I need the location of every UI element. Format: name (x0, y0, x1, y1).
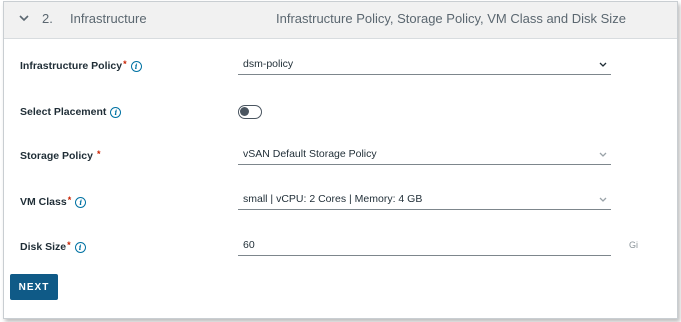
disk-size-unit: Gi (629, 240, 638, 250)
select-placement-label-text: Select Placement (20, 106, 107, 118)
disk-size-input[interactable]: 60 (238, 237, 611, 256)
infrastructure-policy-label: Infrastructure Policy * i (20, 59, 142, 72)
required-asterisk: * (67, 240, 71, 250)
chevron-down-icon[interactable] (18, 12, 30, 24)
select-placement-label: Select Placement i (20, 106, 122, 118)
step-description: Infrastructure Policy, Storage Policy, V… (276, 11, 626, 26)
storage-policy-label-text: Storage Policy (20, 150, 93, 162)
disk-size-value: 60 (243, 239, 255, 251)
required-asterisk: * (67, 195, 72, 205)
required-asterisk: * (123, 59, 127, 69)
required-asterisk: * (96, 149, 101, 159)
infrastructure-policy-label-text: Infrastructure Policy (20, 60, 123, 72)
step-header[interactable]: 2. Infrastructure Infrastructure Policy,… (4, 2, 677, 39)
chevron-down-icon (599, 62, 607, 67)
step-number: 2. (42, 11, 53, 26)
step-title: Infrastructure (70, 11, 147, 26)
select-placement-toggle[interactable] (238, 105, 262, 119)
info-icon[interactable]: i (110, 106, 122, 118)
info-icon[interactable]: i (75, 196, 87, 208)
toggle-knob (240, 107, 249, 116)
storage-policy-label: Storage Policy * (20, 149, 101, 162)
infrastructure-policy-value: dsm-policy (243, 58, 294, 70)
storage-policy-select[interactable]: vSAN Default Storage Policy (238, 146, 611, 165)
next-button[interactable]: NEXT (10, 274, 58, 300)
disk-size-label-text: Disk Size (20, 241, 67, 253)
vm-class-value: small | vCPU: 2 Cores | Memory: 4 GB (243, 193, 423, 205)
vm-class-label-text: VM Class (20, 196, 67, 208)
storage-policy-value: vSAN Default Storage Policy (243, 148, 377, 160)
chevron-down-icon (599, 152, 607, 157)
disk-size-label: Disk Size * i (20, 240, 86, 253)
vm-class-label: VM Class * i (20, 195, 87, 208)
vm-class-select[interactable]: small | vCPU: 2 Cores | Memory: 4 GB (238, 191, 611, 210)
wizard-panel: 2. Infrastructure Infrastructure Policy,… (3, 1, 678, 319)
info-icon[interactable]: i (74, 241, 86, 253)
info-icon[interactable]: i (130, 60, 142, 72)
infrastructure-policy-select[interactable]: dsm-policy (238, 56, 611, 75)
chevron-down-icon (599, 197, 607, 202)
